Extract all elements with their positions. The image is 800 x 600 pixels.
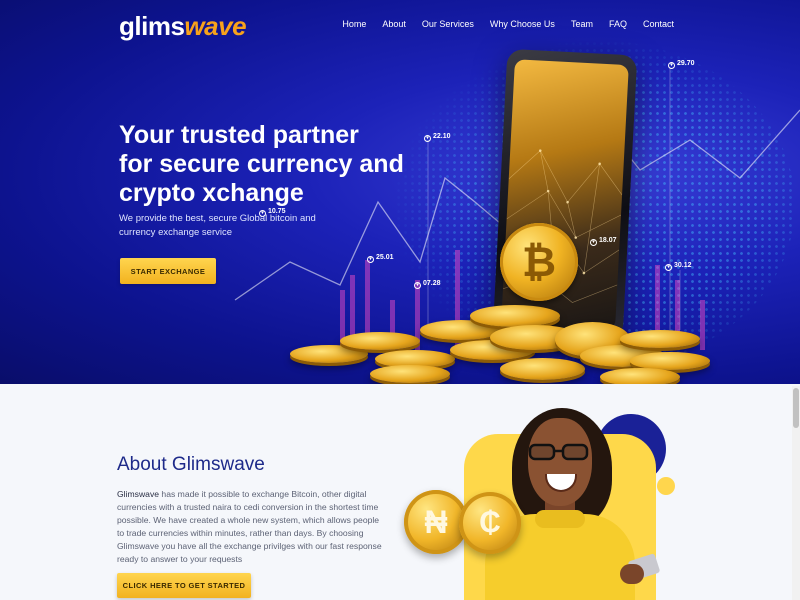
nav-our-services[interactable]: Our Services [422, 19, 474, 29]
hero-title: Your trusted partner for secure currency… [119, 121, 419, 208]
hero-title-line3: crypto xchange [119, 179, 304, 207]
woman-hand [620, 564, 644, 584]
coin-stack [500, 358, 585, 380]
price-tag: ▾ 25.01 [367, 254, 394, 263]
get-started-button[interactable]: CLICK HERE TO GET STARTED [117, 573, 251, 598]
brand-logo[interactable]: glimswave [119, 11, 247, 42]
nav-why-choose-us[interactable]: Why Choose Us [490, 19, 555, 29]
hero-subtitle: We provide the best, secure Global bitco… [119, 213, 316, 238]
logo-text-part1: glims [119, 11, 185, 41]
nav-contact[interactable]: Contact [643, 19, 674, 29]
cedi-coin-icon: ₵ [459, 492, 521, 554]
cedi-symbol: ₵ [479, 506, 501, 539]
woman-collar [535, 510, 585, 528]
top-navigation: glimswave Home About Our Services Why Ch… [0, 0, 800, 50]
glasses-icon [528, 443, 589, 461]
price-tag: ▾ 22.10 [424, 133, 451, 142]
coin-stack [470, 305, 560, 327]
about-description: Glimswave has made it possible to exchan… [117, 488, 387, 566]
start-exchange-button[interactable]: START EXCHANGE [120, 258, 216, 284]
bitcoin-symbol: ₿ [521, 238, 557, 285]
price-tag: ▾ 30.12 [665, 262, 692, 271]
price-tag: ▾ 29.70 [668, 60, 695, 69]
nav-team[interactable]: Team [571, 19, 593, 29]
coin-stack [370, 365, 450, 383]
about-title: About Glimswave [117, 454, 265, 475]
about-section: About Glimswave Glimswave has made it po… [0, 384, 800, 600]
scrollbar-thumb[interactable] [793, 388, 799, 428]
logo-text-part2: wave [184, 11, 247, 41]
phone-illustration [492, 48, 638, 341]
hero-title-line1: Your trusted partner [119, 121, 359, 149]
woman-face [528, 418, 592, 506]
decorative-circle-yellow [657, 477, 675, 495]
main-menu: Home About Our Services Why Choose Us Te… [342, 19, 674, 29]
page-scrollbar[interactable] [792, 386, 800, 600]
price-tag: ▾ 07.28 [414, 280, 441, 289]
nav-about[interactable]: About [382, 19, 406, 29]
about-brand-name: Glimswave [117, 489, 160, 499]
coin-stack [620, 330, 700, 348]
naira-symbol: ₦ [424, 503, 448, 540]
coin-stack [600, 368, 680, 384]
price-tag: ▾ 18.07 [590, 237, 617, 246]
hero-section: ₿ ▾ 29.70 ▾ 22.10 ▾ 10.75 ▾ 18.07 ▾ 25.01 ▾ 30… [0, 0, 800, 384]
hero-title-line2: for secure currency and [119, 150, 404, 178]
coin-stack [340, 332, 420, 350]
nav-home[interactable]: Home [342, 19, 366, 29]
nav-faq[interactable]: FAQ [609, 19, 627, 29]
about-body-text: has made it possible to exchange Bitcoin… [117, 489, 382, 564]
bitcoin-coin-icon: ₿ [500, 223, 578, 301]
